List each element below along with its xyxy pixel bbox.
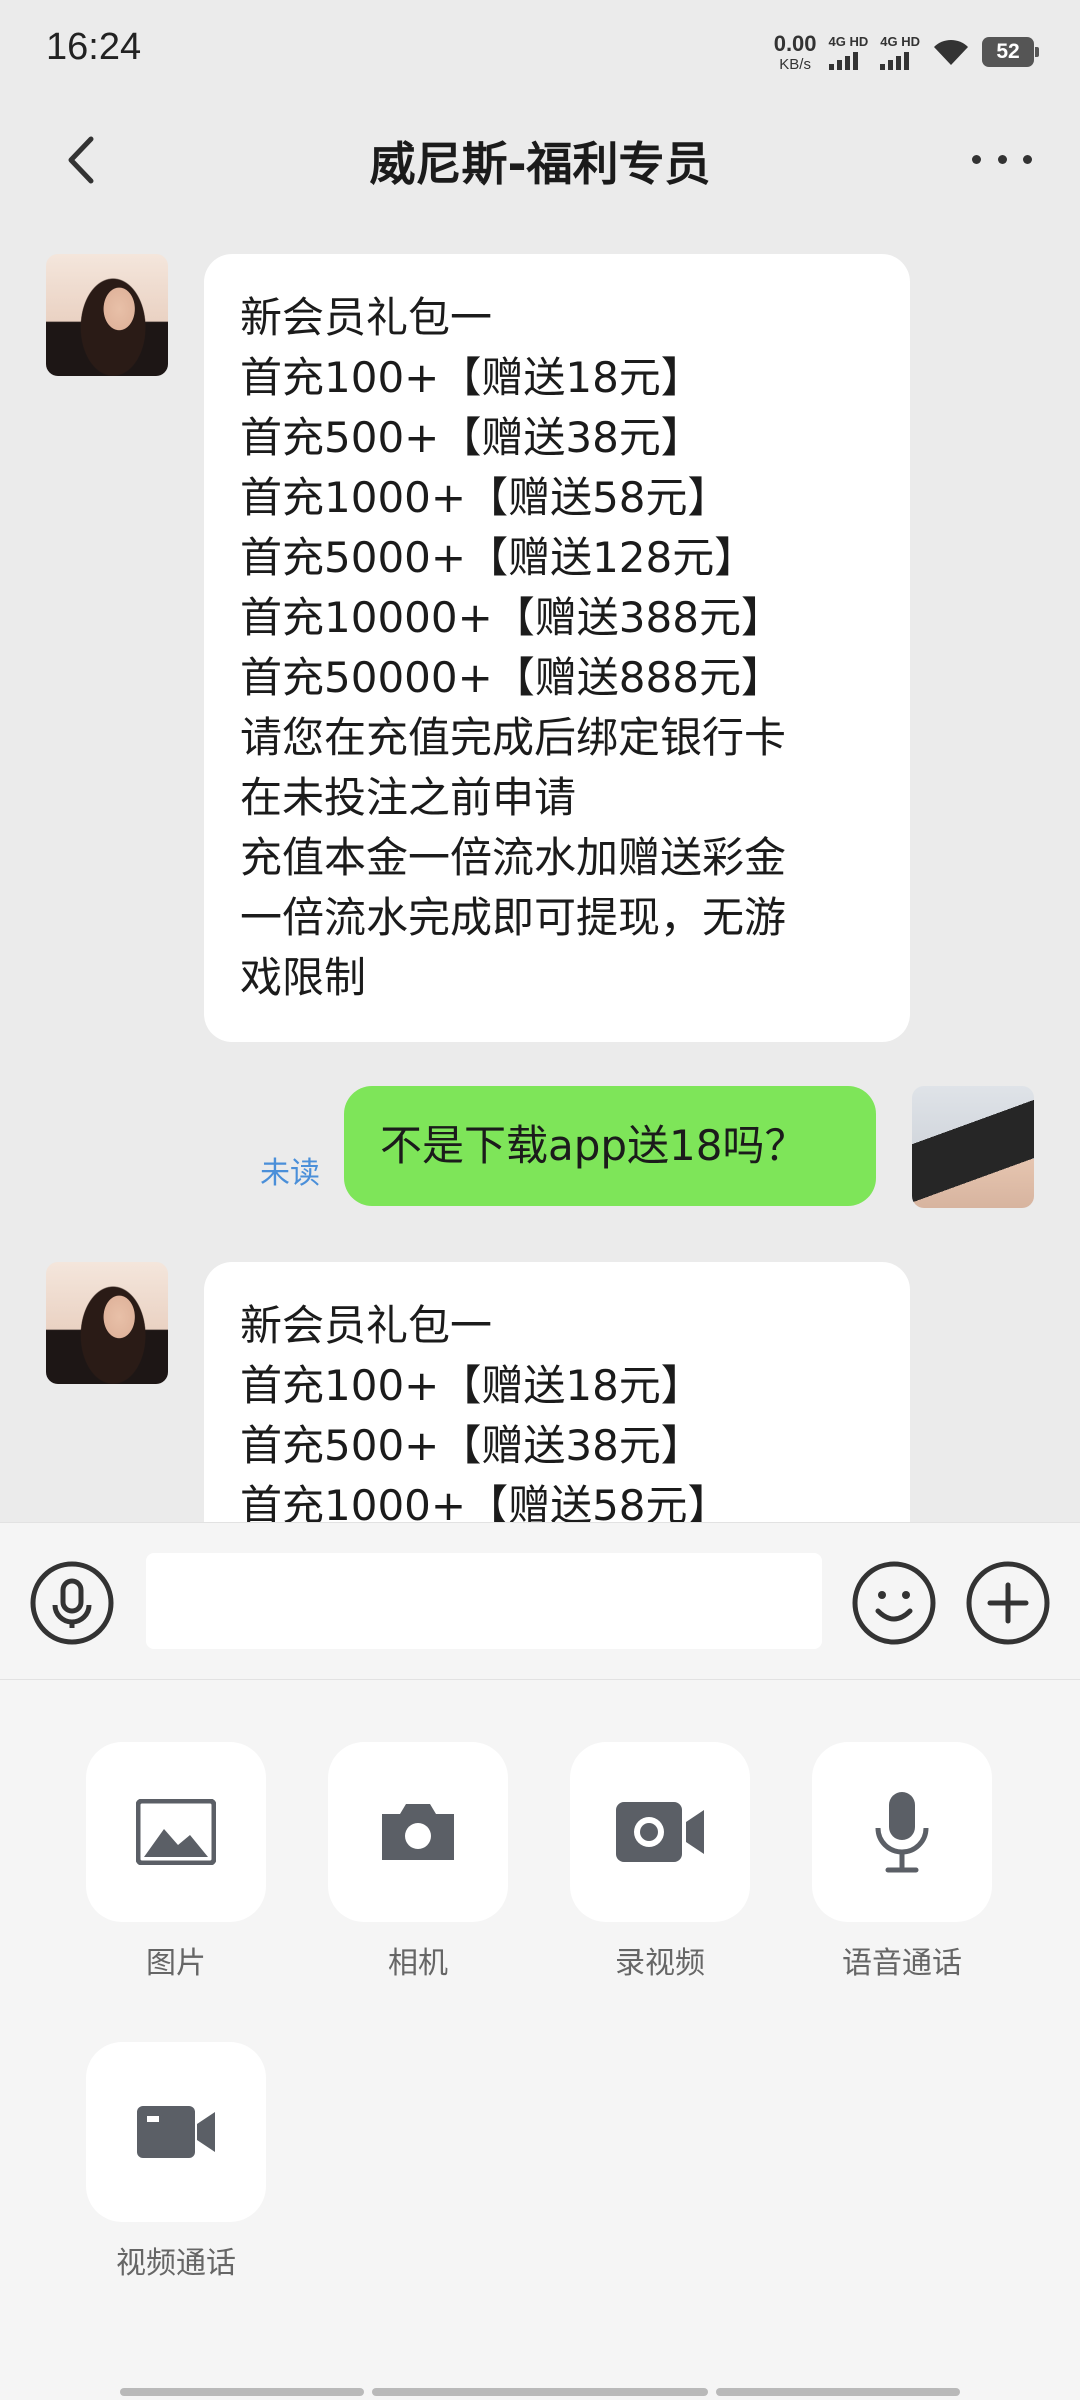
signal-sim2-label: 4G HD xyxy=(880,33,920,49)
tool-record-video-label: 录视频 xyxy=(615,1946,705,1981)
video-record-icon xyxy=(616,1802,704,1862)
more-button[interactable] xyxy=(972,144,1032,174)
tool-camera-label: 相机 xyxy=(388,1946,448,1981)
user-avatar[interactable] xyxy=(912,1086,1034,1208)
signal-sim2: 4G HD xyxy=(880,33,920,70)
tool-image[interactable]: 图片 xyxy=(86,1742,266,1982)
smiley-icon xyxy=(852,1561,936,1645)
contact-avatar[interactable] xyxy=(46,1262,168,1384)
signal-sim1: 4G HD xyxy=(828,33,869,70)
more-dot xyxy=(972,154,981,164)
gesture-bar xyxy=(120,2388,960,2396)
more-actions-button[interactable] xyxy=(966,1561,1050,1645)
battery-icon: 52 xyxy=(982,37,1039,67)
microphone-icon xyxy=(30,1561,114,1645)
tool-record-video-tile[interactable] xyxy=(570,1742,750,1922)
camera-icon xyxy=(382,1804,454,1860)
status-time: 16:24 xyxy=(46,26,142,68)
video-camera-icon xyxy=(137,2106,215,2158)
gesture-segment xyxy=(716,2388,960,2396)
tool-voice-call-tile[interactable] xyxy=(812,1742,992,1922)
tool-image-label: 图片 xyxy=(146,1946,206,1981)
signal-sim1-label: 4G HD xyxy=(828,33,869,49)
tool-video-call-tile[interactable] xyxy=(86,2042,266,2222)
status-icons: 0.00 KB/s 4G HD 4G HD 52 xyxy=(773,30,1039,74)
image-icon xyxy=(136,1799,216,1865)
network-speed-value: 0.00 xyxy=(773,30,817,56)
gesture-segment xyxy=(120,2388,364,2396)
voice-input-button[interactable] xyxy=(30,1561,114,1645)
tool-record-video[interactable]: 录视频 xyxy=(570,1742,750,1982)
tool-camera[interactable]: 相机 xyxy=(328,1742,508,1982)
network-speed: 0.00 KB/s xyxy=(773,30,817,73)
signal-bars-icon xyxy=(880,51,910,70)
attachment-panel: 图片 相机 录视频 语音通话 视频通话 xyxy=(0,1680,1080,2400)
plus-icon xyxy=(966,1561,1050,1645)
tool-image-tile[interactable] xyxy=(86,1742,266,1922)
chat-header: 威尼斯-福利专员 xyxy=(0,100,1080,220)
message-bubble-outgoing[interactable]: 不是下载app送18吗？ xyxy=(344,1086,876,1206)
chat-title: 威尼斯-福利专员 xyxy=(369,137,711,191)
emoji-button[interactable] xyxy=(852,1561,936,1645)
message-bubble-incoming[interactable]: 新会员礼包一 首充100+【赠送18元】 首充500+【赠送38元】 首充100… xyxy=(204,254,910,1042)
tool-camera-tile[interactable] xyxy=(328,1742,508,1922)
chat-messages[interactable]: 新会员礼包一 首充100+【赠送18元】 首充500+【赠送38元】 首充100… xyxy=(0,220,1080,1522)
signal-bars-icon xyxy=(828,51,858,70)
tool-voice-call[interactable]: 语音通话 xyxy=(812,1742,992,1982)
tool-video-call[interactable]: 视频通话 xyxy=(86,2042,266,2282)
message-input[interactable] xyxy=(146,1553,822,1649)
more-dot xyxy=(1023,154,1032,164)
network-speed-unit: KB/s xyxy=(779,55,811,73)
input-bar xyxy=(0,1522,1080,1680)
tool-voice-call-label: 语音通话 xyxy=(842,1946,962,1981)
gesture-segment xyxy=(372,2388,708,2396)
microphone-icon xyxy=(875,1792,929,1873)
unread-status: 未读 xyxy=(260,1156,320,1191)
contact-avatar[interactable] xyxy=(46,254,168,376)
wifi-icon xyxy=(934,39,968,65)
tool-video-call-label: 视频通话 xyxy=(116,2246,236,2281)
more-dot xyxy=(997,154,1007,164)
status-bar: 16:24 0.00 KB/s 4G HD 4G HD 52 xyxy=(0,0,1080,100)
message-bubble-incoming[interactable]: 新会员礼包一 首充100+【赠送18元】 首充500+【赠送38元】 首充100… xyxy=(204,1262,910,1522)
